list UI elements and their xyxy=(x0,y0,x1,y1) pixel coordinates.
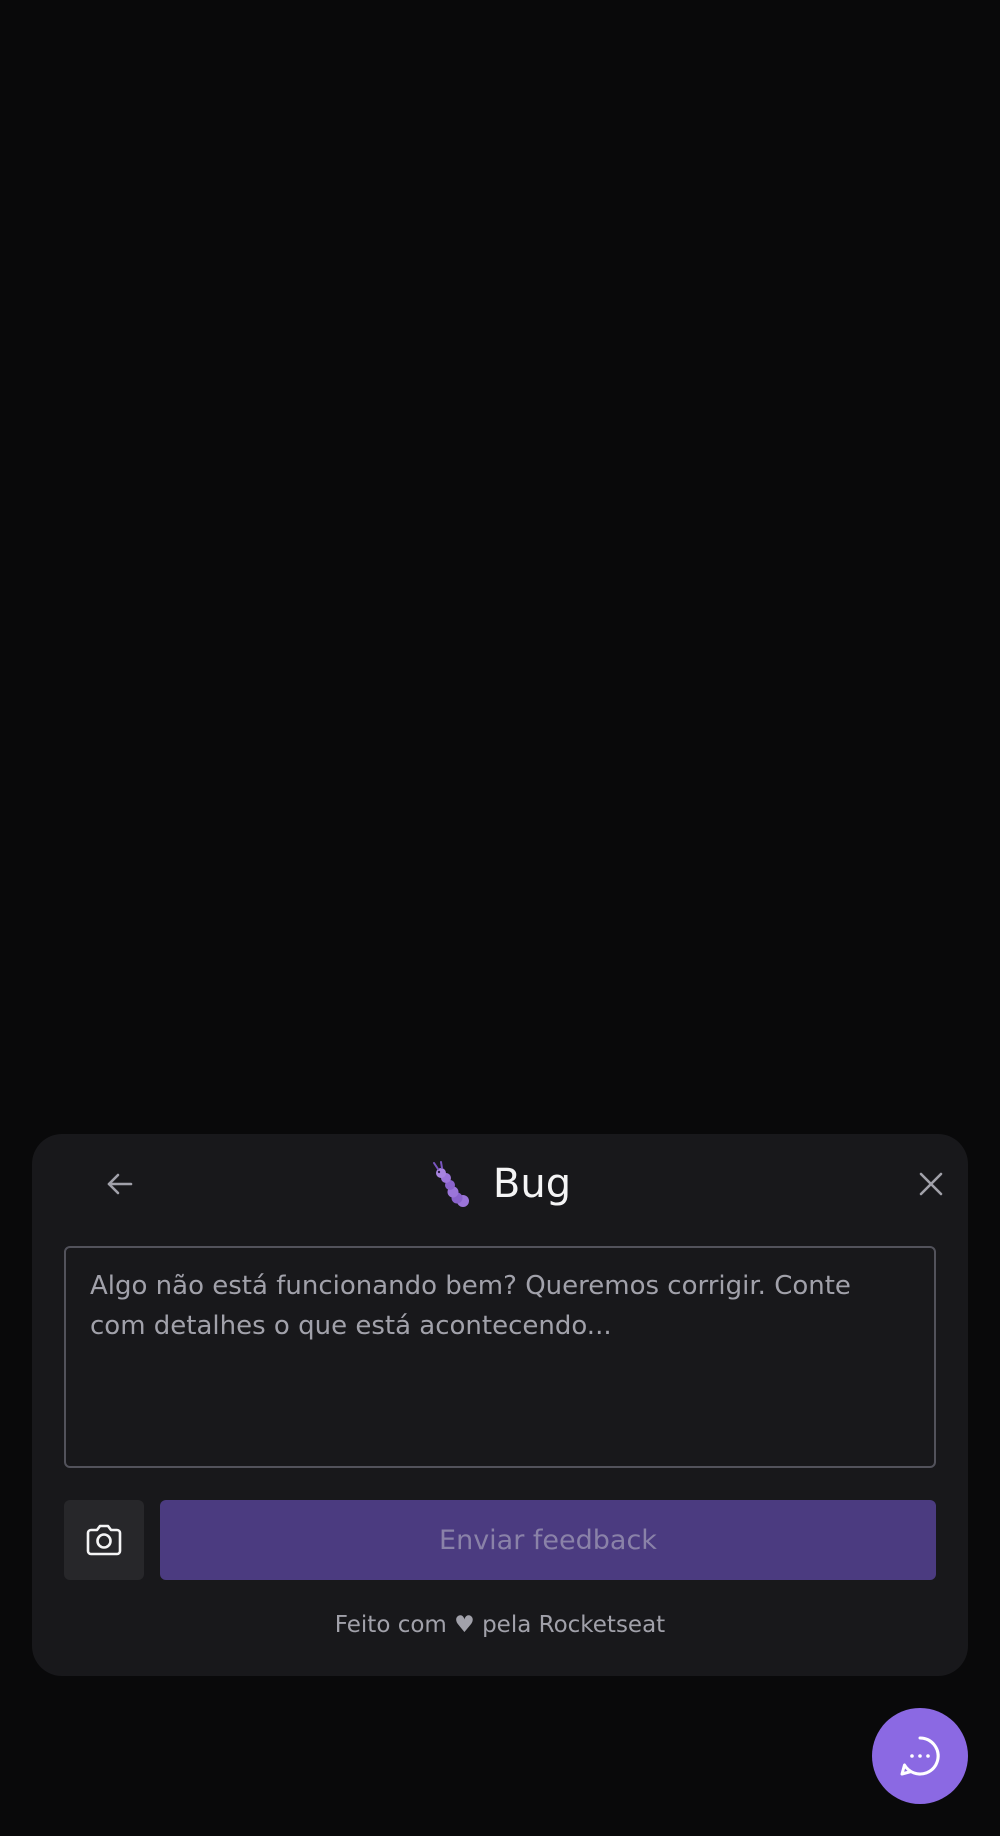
chat-bubble-dots-icon xyxy=(900,1736,940,1776)
bug-icon xyxy=(429,1159,479,1209)
feedback-textarea[interactable] xyxy=(64,1246,936,1468)
close-icon xyxy=(919,1172,943,1196)
feedback-fab-button[interactable] xyxy=(872,1708,968,1804)
widget-header: Bug xyxy=(32,1134,968,1246)
camera-icon xyxy=(86,1524,122,1556)
feedback-widget: Bug Enviar feedback Feito com ♥ pela Roc… xyxy=(32,1134,968,1676)
footer-credit: Feito com ♥ pela Rocketseat xyxy=(334,1612,666,1638)
widget-title-group: Bug xyxy=(32,1154,968,1214)
widget-title: Bug xyxy=(492,1161,572,1207)
screenshot-button[interactable] xyxy=(64,1500,144,1580)
close-button[interactable] xyxy=(911,1164,951,1204)
submit-feedback-button[interactable]: Enviar feedback xyxy=(160,1500,936,1580)
